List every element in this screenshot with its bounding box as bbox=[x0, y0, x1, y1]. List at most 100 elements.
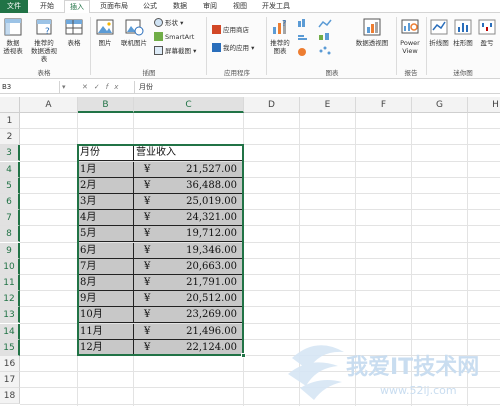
cell-revenue[interactable]: ¥20,512.00 bbox=[134, 291, 244, 308]
cell-month[interactable]: 11月 bbox=[78, 323, 134, 340]
screenshot-icon bbox=[154, 46, 163, 55]
cell-month[interactable]: 7月 bbox=[78, 258, 134, 275]
cell-b3-month-header[interactable]: 月份 bbox=[78, 145, 134, 162]
screenshot-button[interactable]: 屏幕截图 ▾ bbox=[154, 46, 196, 57]
column-header-d[interactable]: D bbox=[244, 97, 300, 113]
smartart-button[interactable]: SmartArt bbox=[154, 32, 194, 43]
column-header-e[interactable]: E bbox=[300, 97, 356, 113]
tab-developer[interactable]: 开发工具 bbox=[258, 0, 294, 13]
column-header-c[interactable]: C bbox=[134, 97, 244, 113]
power-view-button[interactable]: Power View bbox=[398, 17, 422, 55]
cell-revenue[interactable]: ¥21,791.00 bbox=[134, 275, 244, 291]
cell-revenue[interactable]: ¥24,321.00 bbox=[134, 210, 244, 227]
select-all-button[interactable] bbox=[0, 97, 20, 113]
cell-revenue[interactable]: ¥21,496.00 bbox=[134, 323, 244, 340]
row-header-15[interactable]: 15 bbox=[0, 339, 20, 356]
tab-view[interactable]: 视图 bbox=[228, 0, 252, 13]
pivot-chart-button[interactable]: 数据透视图 bbox=[350, 17, 394, 47]
column-sparkline-icon bbox=[454, 19, 472, 35]
column-header-g[interactable]: G bbox=[412, 97, 468, 113]
cell-month[interactable]: 2月 bbox=[78, 177, 134, 194]
tab-page-layout[interactable]: 页面布局 bbox=[96, 0, 132, 13]
chart-type-gallery-icons[interactable] bbox=[297, 18, 343, 58]
svg-text:?: ? bbox=[45, 27, 50, 37]
cell-revenue[interactable]: ¥25,019.00 bbox=[134, 194, 244, 210]
ribbon-tab-bar: 文件 开始 插入 页面布局 公式 数据 审阅 视图 开发工具 bbox=[0, 0, 500, 14]
store-icon bbox=[212, 25, 221, 34]
row-header-1[interactable]: 1 bbox=[0, 113, 20, 129]
table-button[interactable]: 表格 bbox=[64, 17, 84, 47]
tab-file[interactable]: 文件 bbox=[0, 0, 28, 13]
revenue-amount: 25,019.00 bbox=[186, 196, 237, 207]
winloss-sparkline-icon bbox=[478, 19, 496, 35]
tab-formulas[interactable]: 公式 bbox=[138, 0, 162, 13]
column-header-b[interactable]: B bbox=[78, 97, 134, 113]
cell-month[interactable]: 10月 bbox=[78, 307, 134, 324]
cell-month[interactable]: 12月 bbox=[78, 339, 134, 356]
tab-review[interactable]: 审阅 bbox=[198, 0, 222, 13]
recommended-chart-icon: ? bbox=[273, 19, 286, 34]
tab-home[interactable]: 开始 bbox=[34, 0, 60, 13]
revenue-amount: 19,346.00 bbox=[186, 244, 237, 256]
shapes-button[interactable]: 形状 ▾ bbox=[154, 18, 183, 29]
cancel-icon[interactable]: ✕ bbox=[82, 83, 94, 91]
cell-revenue[interactable]: ¥19,712.00 bbox=[134, 226, 244, 243]
column-header-a[interactable]: A bbox=[20, 97, 78, 113]
row-header-8[interactable]: 8 bbox=[0, 226, 20, 243]
row-header-18[interactable]: 18 bbox=[0, 388, 20, 405]
row-header-3[interactable]: 3 bbox=[0, 145, 20, 162]
tab-insert[interactable]: 插入 bbox=[64, 0, 90, 14]
cell-revenue[interactable]: ¥20,663.00 bbox=[134, 258, 244, 275]
row-header-12[interactable]: 12 bbox=[0, 291, 20, 308]
sparkline-winloss-button[interactable]: 盈亏 bbox=[476, 17, 498, 47]
cell-month[interactable]: 1月 bbox=[78, 161, 134, 178]
online-pictures-button[interactable]: 联机图片 bbox=[118, 17, 150, 47]
row-header-17[interactable]: 17 bbox=[0, 372, 20, 389]
row-header-5[interactable]: 5 bbox=[0, 177, 20, 194]
row-header-16[interactable]: 16 bbox=[0, 356, 20, 372]
row-header-2[interactable]: 2 bbox=[0, 129, 20, 146]
formula-input[interactable]: 月份 bbox=[134, 81, 500, 93]
cell-revenue[interactable]: ¥36,488.00 bbox=[134, 177, 244, 194]
pictures-button[interactable]: 图片 bbox=[94, 17, 116, 47]
cell-revenue[interactable]: ¥21,527.00 bbox=[134, 161, 244, 178]
cell-revenue[interactable]: ¥23,269.00 bbox=[134, 307, 244, 324]
name-box[interactable]: B3 bbox=[0, 81, 60, 93]
cell-month[interactable]: 5月 bbox=[78, 226, 134, 243]
row-header-4[interactable]: 4 bbox=[0, 161, 20, 178]
recommended-charts-button[interactable]: ? 推荐的 图表 bbox=[268, 17, 292, 55]
recommended-pivot-button[interactable]: ? 推荐的 数据透视表 bbox=[28, 17, 60, 63]
row-header-11[interactable]: 11 bbox=[0, 275, 20, 291]
pivot-table-button[interactable]: 数据 透视表 bbox=[2, 17, 24, 55]
enter-icon[interactable]: ✓ bbox=[94, 83, 106, 91]
cell-month[interactable]: 8月 bbox=[78, 275, 134, 291]
fill-handle[interactable] bbox=[241, 353, 246, 358]
currency-symbol: ¥ bbox=[144, 212, 151, 224]
currency-symbol: ¥ bbox=[144, 309, 151, 321]
row-header-10[interactable]: 10 bbox=[0, 258, 20, 275]
my-apps-button[interactable]: 我的应用 ▾ bbox=[212, 43, 254, 54]
sparkline-column-button[interactable]: 柱形图 bbox=[452, 17, 474, 47]
row-header-9[interactable]: 9 bbox=[0, 242, 20, 259]
ribbon-insert: 数据 透视表 ? 推荐的 数据透视表 表格 表格 图片 联机图片 形状 ▾ Sm… bbox=[0, 13, 500, 79]
column-header-h[interactable]: H bbox=[468, 97, 500, 113]
row-header-6[interactable]: 6 bbox=[0, 194, 20, 210]
my-apps-icon bbox=[212, 43, 221, 52]
app-store-button[interactable]: 应用商店 bbox=[212, 25, 249, 36]
cell-month[interactable]: 3月 bbox=[78, 194, 134, 210]
cell-c3-revenue-header[interactable]: 营业收入 bbox=[134, 145, 244, 162]
row-header-14[interactable]: 14 bbox=[0, 323, 20, 340]
tab-data[interactable]: 数据 bbox=[168, 0, 192, 13]
row-header-13[interactable]: 13 bbox=[0, 307, 20, 324]
cell-month[interactable]: 6月 bbox=[78, 242, 134, 259]
cell-month[interactable]: 9月 bbox=[78, 291, 134, 308]
insert-function-button[interactable]: fx bbox=[106, 83, 125, 91]
cell-revenue[interactable]: ¥19,346.00 bbox=[134, 242, 244, 259]
cell-month[interactable]: 4月 bbox=[78, 210, 134, 227]
cell-revenue[interactable]: ¥22,124.00 bbox=[134, 339, 244, 356]
column-header-f[interactable]: F bbox=[356, 97, 412, 113]
row-header-7[interactable]: 7 bbox=[0, 210, 20, 227]
name-box-dropdown-icon[interactable]: ▾ bbox=[62, 81, 66, 93]
currency-symbol: ¥ bbox=[144, 179, 151, 191]
sparkline-line-button[interactable]: 折线图 bbox=[428, 17, 450, 47]
